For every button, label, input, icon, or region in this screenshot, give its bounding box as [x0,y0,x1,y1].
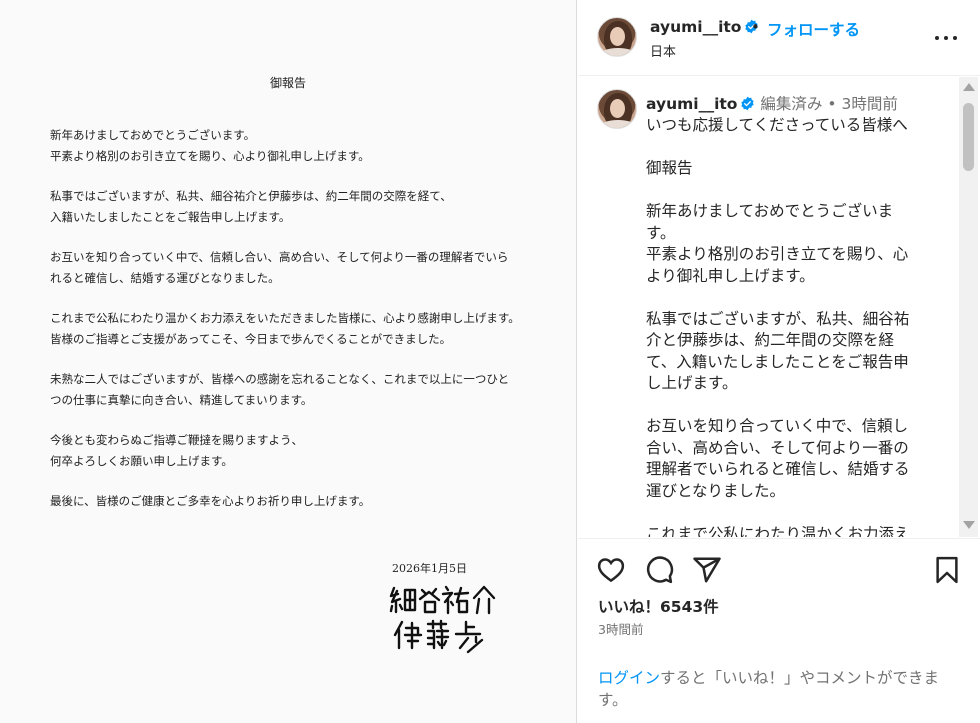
letter-date: 2026年1月5日 [392,562,467,575]
scrollbar-thumb[interactable] [963,103,974,171]
caption-line: 運びとなりました。 [646,481,786,500]
letter-line: 今後とも変わらぬご指導ご鞭撻を賜りますよう、 [50,433,303,447]
letter-paragraph: これまで公私にわたり温かくお力添えをいただきました皆様に、心より感謝申し上げます… [50,308,540,350]
caption-line: 介と伊藤歩は、約二年間の交際を経 [646,331,895,349]
caption-separator: • [827,95,837,113]
letter-paragraph: 私事ではございますが、私共、細谷祐介と伊藤歩は、約二年間の交際を経て、 入籍いた… [50,186,540,228]
post-time[interactable]: 3時間前 [598,619,643,638]
follow-button[interactable]: フォローする [767,18,860,40]
letter-line: 最後に、皆様のご健康とご多幸を心よりお祈り申し上げます。 [50,494,371,508]
letter-line: 未熟な二人ではございますが、皆様への感謝を忘れることなく、これまで以上に一つひと [50,372,510,386]
location-link[interactable]: 日本 [650,41,676,60]
caption-line: 新年あけましておめでとうございま [646,202,894,220]
caption-line: し上げます。 [646,374,738,392]
caption-line: 平素より格別のお引き立てを賜り、心 [646,245,909,263]
letter-line: お互いを知り合っていく中で、信頼し合い、高め合い、そして何より一番の理解者でいら [50,250,509,264]
letter-paragraph: 最後に、皆様のご健康とご多幸を心よりお祈り申し上げます。 [50,491,540,512]
caption-line: お互いを知り合っていく中で、信頼し [646,417,909,435]
announcement-letter: 御報告 新年あけましておめでとうございます。 平素より格別のお引き立てを賜り、心… [0,0,576,723]
caption-meta: ayumi__ito 編集済み • 3時間前 [646,92,898,114]
post-image: 御報告 新年あけましておめでとうございます。 平素より格別のお引き立てを賜り、心… [0,0,577,723]
letter-line: 入籍いたしましたことをご報告申し上げます。 [50,210,291,224]
letter-line: 何卒よろしくお願い申し上げます。 [50,454,233,468]
caption-area: ayumi__ito 編集済み • 3時間前 いつも応援してくださっている皆様へ… [578,77,980,537]
avatar[interactable] [597,89,637,129]
post-header: ayumi__ito • フォローする 日本 [578,0,980,76]
scroll-up-arrow-icon[interactable] [963,83,975,91]
caption-line: す。 [646,223,676,242]
letter-paragraph: お互いを知り合っていく中で、信頼し合い、高め合い、そして何より一番の理解者でいら… [50,247,540,289]
caption-line: 私事ではございますが、私共、細谷祐 [646,309,910,328]
header-username-link[interactable]: ayumi__ito [650,18,759,36]
letter-line: 私事ではございますが、私共、細谷祐介と伊藤歩は、約二年間の交際を経て、 [50,189,452,203]
bookmark-icon[interactable] [932,555,962,585]
letter-title: 御報告 [270,76,307,90]
caption-line: いつも応援してくださっている皆様へ [646,116,908,134]
letter-line: れると確信し、結婚する運びとなりました。 [50,271,280,285]
share-icon[interactable] [692,555,722,585]
caption-line: これまで公私にわたり温かくお力添え [646,524,910,538]
avatar[interactable] [597,17,637,57]
caption-time[interactable]: 3時間前 [841,95,897,113]
heart-icon[interactable] [596,555,626,585]
comment-icon[interactable] [644,555,674,585]
caption-username-link[interactable]: ayumi__ito [646,95,737,113]
header-separator: • [751,18,760,36]
login-prompt: ログインすると「いいね！」やコメントができます。 [598,667,968,711]
letter-line: 平素より格別のお引き立てを賜り、心より御礼申し上げます。 [50,149,370,163]
caption-line: 御報告 [646,159,693,177]
letter-paragraph: 新年あけましておめでとうございます。 平素より格別のお引き立てを賜り、心より御礼… [50,125,540,167]
letter-paragraph: 未熟な二人ではございますが、皆様への感謝を忘れることなく、これまで以上に一つひと… [50,369,540,411]
caption-line: より御礼申し上げます。 [646,266,815,285]
caption-text: いつも応援してくださっている皆様へ 御報告 新年あけましておめでとうございま す… [646,115,946,537]
letter-line: 皆様のご指導とご支援があってこそ、今日まで歩んでくることができました。 [50,332,452,346]
post-sidebar: ayumi__ito • フォローする 日本 ayumi__ito 編集済み •… [578,0,980,723]
caption-line: て、入籍いたしましたことをご報告申 [646,352,909,371]
caption-line: 合い、高め合い、そして何より一番の [646,438,909,457]
login-link[interactable]: ログイン [598,669,660,687]
caption-scrollbar[interactable] [959,77,978,537]
more-horizontal-icon[interactable] [934,28,958,48]
letter-line: 新年あけましておめでとうございます。 [50,128,256,142]
edited-label: 編集済み [760,95,823,113]
letter-paragraph: 今後とも変わらぬご指導ご鞭撻を賜りますよう、 何卒よろしくお願い申し上げます。 [50,430,540,472]
likes-count[interactable]: いいね！6543件 [598,595,719,617]
handwritten-signature [389,585,496,654]
action-bar: いいね！6543件 3時間前 ログインすると「いいね！」やコメントができます。 [578,538,980,723]
caption-line: 理解者でいられると確信し、結婚する [646,460,910,478]
username-text[interactable]: ayumi__ito [650,18,741,36]
letter-line: これまで公私にわたり温かくお力添えをいただきました皆様に、心より感謝申し上げます… [50,311,520,325]
verified-badge-icon [741,96,755,111]
scroll-down-arrow-icon[interactable] [963,521,975,529]
letter-line: つの仕事に真摯に向き合い、精進してまいります。 [50,393,313,407]
